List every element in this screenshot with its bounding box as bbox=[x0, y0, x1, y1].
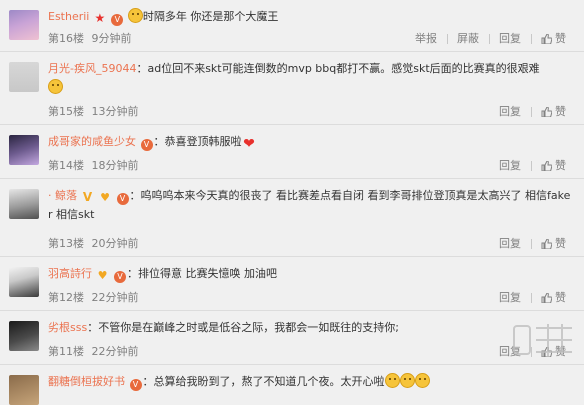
reply-button[interactable]: 回复 bbox=[489, 30, 531, 48]
like-label: 赞 bbox=[555, 291, 566, 304]
timestamp: 22分钟前 bbox=[91, 345, 139, 358]
floor-number: 第12楼 bbox=[48, 291, 84, 304]
username-link[interactable]: 翻糖倒桓拔好书 bbox=[48, 375, 125, 388]
comment-text: ：不管你是在巅峰之时或是低谷之际，我都会一如既往的支持你; bbox=[87, 321, 399, 334]
reply-button[interactable]: 回复 bbox=[489, 235, 531, 253]
thumbs-up-icon bbox=[541, 293, 552, 303]
comment-text: 时隔多年 你还是那个大魔王 bbox=[142, 10, 279, 23]
heart-emoji-icon: ❤ bbox=[243, 136, 255, 152]
comment-item: 成哥家的咸鱼少女 V ：恭喜登顶韩服啦 ❤ 第14楼 18分钟前 回复 赞 bbox=[0, 125, 584, 179]
verified-v-icon: V bbox=[82, 190, 93, 204]
avatar[interactable] bbox=[9, 135, 39, 165]
floor-number: 第11楼 bbox=[48, 345, 84, 358]
thumbs-up-icon bbox=[541, 34, 552, 44]
timestamp: 13分钟前 bbox=[91, 105, 139, 118]
floor-number: 第16楼 bbox=[48, 32, 84, 45]
timestamp: 22分钟前 bbox=[91, 291, 139, 304]
timestamp: 20分钟前 bbox=[91, 237, 139, 250]
username-link[interactable]: Estherii bbox=[48, 10, 89, 23]
like-label: 赞 bbox=[555, 105, 566, 118]
floor-number: 第15楼 bbox=[48, 105, 84, 118]
reply-button[interactable]: 回复 bbox=[489, 289, 531, 307]
comment-content: 羽高詩行 ♥ V ：排位得意 比赛失憶唤 加油吧 bbox=[48, 264, 572, 283]
like-button[interactable]: 赞 bbox=[531, 289, 576, 307]
like-button[interactable]: 赞 bbox=[531, 235, 576, 253]
crying-emoji-icon bbox=[48, 79, 63, 94]
floor-number: 第14楼 bbox=[48, 159, 84, 172]
thumbs-up-icon bbox=[541, 107, 552, 117]
action-bar: 回复 赞 bbox=[489, 235, 576, 253]
avatar[interactable] bbox=[9, 10, 39, 40]
level-badge-icon: V bbox=[129, 379, 142, 391]
smile-emoji-icon bbox=[127, 8, 143, 23]
comment-text: ：恭喜登顶韩服啦 bbox=[153, 135, 242, 148]
comment-meta: 第13楼 20分钟前 回复 赞 bbox=[48, 235, 584, 253]
comment-item: 羽高詩行 ♥ V ：排位得意 比赛失憶唤 加油吧 第12楼 22分钟前 回复 赞 bbox=[0, 257, 584, 311]
comment-list: Estherii ★ V 时隔多年 你还是那个大魔王 第16楼 9分钟前 举报 … bbox=[0, 0, 584, 405]
floor-number: 第13楼 bbox=[48, 237, 84, 250]
comment-item: · 鲸落 V ♥ V ：呜呜呜本来今天真的很丧了 看比赛差点看自闭 看到李哥排位登… bbox=[0, 179, 584, 257]
level-badge-icon: V bbox=[111, 14, 124, 26]
avatar[interactable] bbox=[9, 267, 39, 297]
action-bar: 回复 赞 bbox=[489, 157, 576, 175]
laughing-emoji-icon bbox=[414, 373, 430, 388]
action-bar: 举报 屏蔽 回复 赞 bbox=[405, 30, 576, 48]
comment-content: 翻糖倒桓拔好书 V ：总算给我盼到了，熬了不知道几个夜。太开心啦 bbox=[48, 372, 572, 391]
thumbs-up-icon bbox=[541, 239, 552, 249]
comment-item: Estherii ★ V 时隔多年 你还是那个大魔王 第16楼 9分钟前 举报 … bbox=[0, 0, 584, 52]
report-button[interactable]: 举报 bbox=[405, 30, 447, 48]
action-bar: 回复 赞 bbox=[489, 289, 576, 307]
heart-badge-icon: ♥ bbox=[97, 269, 108, 282]
comment-content: Estherii ★ V 时隔多年 你还是那个大魔王 bbox=[48, 7, 572, 26]
laughing-emoji-icon bbox=[384, 373, 400, 388]
comment-meta: 第14楼 18分钟前 回复 赞 bbox=[48, 157, 584, 175]
avatar[interactable] bbox=[9, 189, 39, 219]
level-badge-icon: V bbox=[114, 271, 126, 283]
comment-content: · 鲸落 V ♥ V ：呜呜呜本来今天真的很丧了 看比赛差点看自闭 看到李哥排位登… bbox=[48, 186, 572, 224]
like-label: 赞 bbox=[555, 159, 566, 172]
timestamp: 9分钟前 bbox=[91, 32, 132, 45]
comment-item: 月光-疾风_59044：ad位回不来skt可能连倒数的mvp bbq都打不赢。感… bbox=[0, 52, 584, 125]
reply-button[interactable]: 回复 bbox=[489, 103, 531, 121]
comment-item: 翻糖倒桓拔好书 V ：总算给我盼到了，熬了不知道几个夜。太开心啦 bbox=[0, 365, 584, 405]
thumbs-up-icon bbox=[541, 161, 552, 171]
comment-meta: 第12楼 22分钟前 回复 赞 bbox=[48, 289, 584, 307]
comment-text: ：总算给我盼到了，熬了不知道几个夜。太开心啦 bbox=[142, 375, 385, 388]
username-link[interactable]: 成哥家的咸鱼少女 bbox=[48, 135, 136, 148]
level-badge-icon: V bbox=[116, 193, 129, 205]
username-link[interactable]: 月光-疾风_59044 bbox=[48, 62, 136, 75]
avatar[interactable] bbox=[9, 62, 39, 92]
like-button[interactable]: 赞 bbox=[531, 157, 576, 175]
laughing-emoji-icon bbox=[399, 373, 415, 388]
comment-meta: 第16楼 9分钟前 举报 屏蔽 回复 赞 bbox=[48, 30, 584, 48]
timestamp: 18分钟前 bbox=[91, 159, 139, 172]
heart-badge-icon: ♥ bbox=[100, 191, 110, 204]
comment-text: ：ad位回不来skt可能连倒数的mvp bbq都打不赢。感觉skt后面的比赛真的… bbox=[136, 62, 540, 75]
avatar[interactable] bbox=[9, 321, 39, 351]
comment-content: 月光-疾风_59044：ad位回不来skt可能连倒数的mvp bbq都打不赢。感… bbox=[48, 59, 572, 97]
comment-content: 成哥家的咸鱼少女 V ：恭喜登顶韩服啦 ❤ bbox=[48, 132, 572, 152]
star-icon: ★ bbox=[94, 11, 106, 25]
comment-meta: 第15楼 13分钟前 回复 赞 bbox=[48, 103, 584, 121]
level-badge-icon: V bbox=[140, 139, 153, 151]
avatar[interactable] bbox=[9, 375, 39, 405]
comment-meta: 第11楼 22分钟前 回复 赞 bbox=[48, 343, 584, 361]
block-button[interactable]: 屏蔽 bbox=[447, 30, 489, 48]
username-link[interactable]: 劣根sss bbox=[48, 321, 87, 334]
comment-text: ：排位得意 比赛失憶唤 加油吧 bbox=[127, 267, 277, 280]
like-label: 赞 bbox=[555, 32, 566, 45]
reply-button[interactable]: 回复 bbox=[489, 157, 531, 175]
site-watermark-icon bbox=[508, 316, 578, 364]
like-button[interactable]: 赞 bbox=[531, 30, 576, 48]
like-button[interactable]: 赞 bbox=[531, 103, 576, 121]
like-label: 赞 bbox=[555, 237, 566, 250]
action-bar: 回复 赞 bbox=[489, 103, 576, 121]
username-link[interactable]: · 鲸落 bbox=[48, 189, 77, 202]
comment-content: 劣根sss：不管你是在巅峰之时或是低谷之际，我都会一如既往的支持你; bbox=[48, 318, 572, 337]
username-link[interactable]: 羽高詩行 bbox=[48, 267, 92, 280]
comment-item: 劣根sss：不管你是在巅峰之时或是低谷之际，我都会一如既往的支持你; 第11楼 … bbox=[0, 311, 584, 365]
